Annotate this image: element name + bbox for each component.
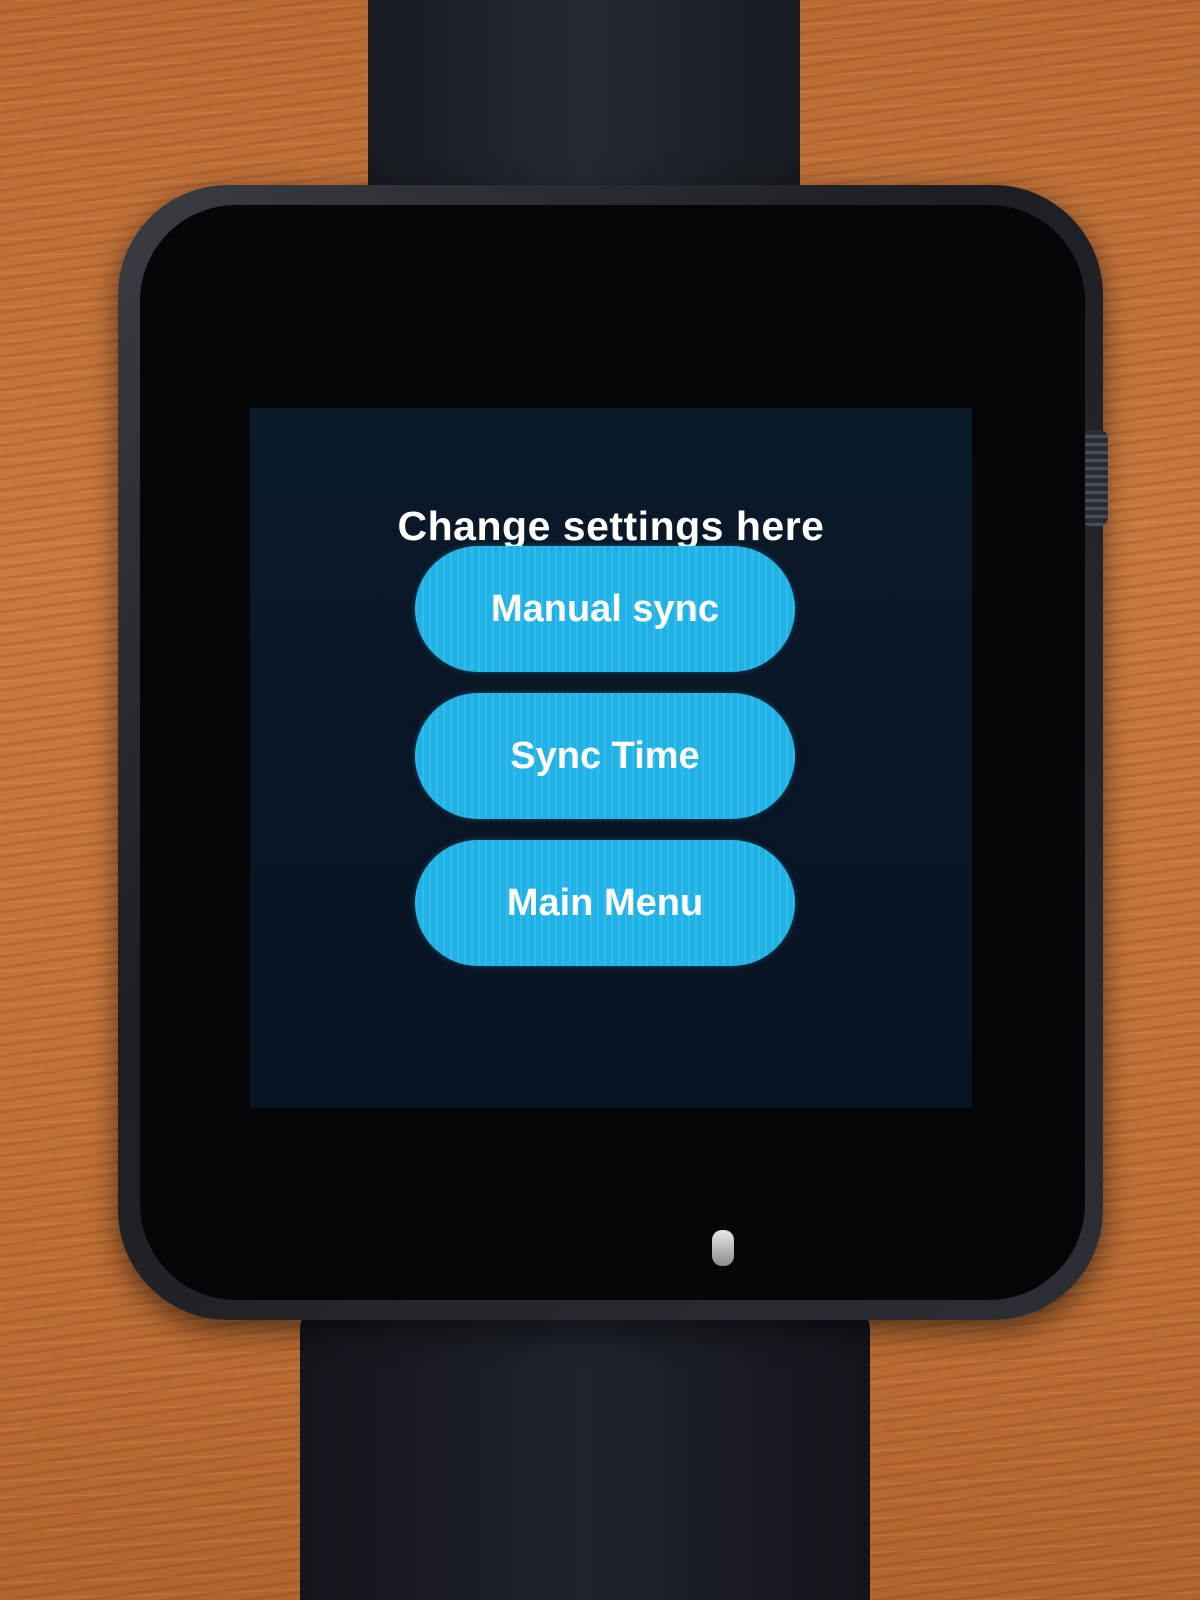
- manual-sync-button[interactable]: Manual sync: [415, 546, 795, 672]
- screen-title: Change settings here: [397, 503, 825, 549]
- settings-screen: Change settings here Manual sync Sync Ti…: [250, 408, 972, 1108]
- light-sensor: [712, 1230, 734, 1266]
- sync-time-label: Sync Time: [510, 734, 700, 777]
- main-menu-label: Main Menu: [506, 881, 704, 924]
- main-menu-button[interactable]: Main Menu: [415, 840, 795, 966]
- watch-crown[interactable]: [1082, 430, 1108, 526]
- watch-strap-bottom: [300, 1300, 870, 1600]
- manual-sync-label: Manual sync: [490, 587, 720, 630]
- sync-time-button[interactable]: Sync Time: [415, 693, 795, 819]
